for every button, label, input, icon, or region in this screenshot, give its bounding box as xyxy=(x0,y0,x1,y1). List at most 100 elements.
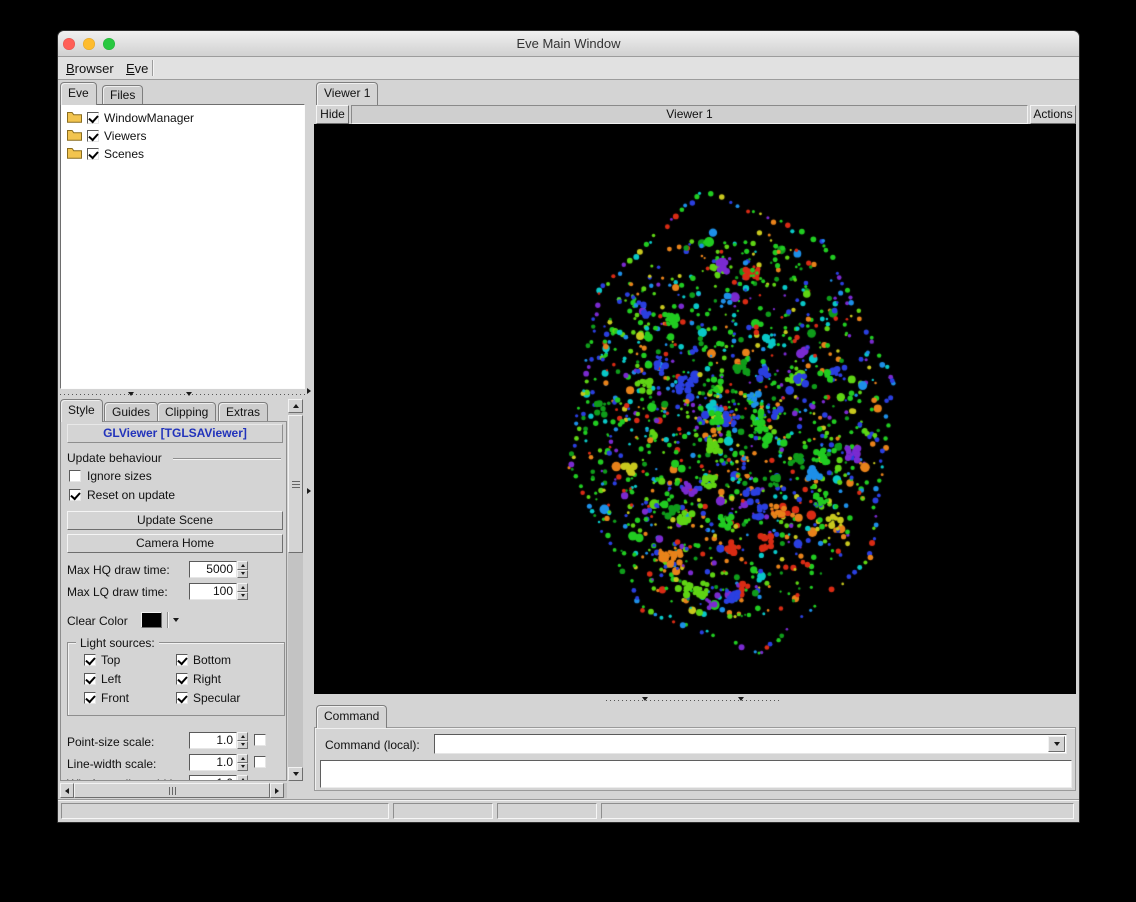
update-scene-button[interactable]: Update Scene xyxy=(67,511,283,530)
tree-item-checkbox[interactable] xyxy=(87,148,99,160)
camera-home-button[interactable]: Camera Home xyxy=(67,534,283,553)
hide-button[interactable]: Hide xyxy=(316,105,349,124)
title-bar[interactable]: Eve Main Window xyxy=(58,31,1079,57)
menu-browser[interactable]: Browser xyxy=(60,59,120,78)
line-width-fix-checkbox[interactable] xyxy=(254,756,266,768)
scroll-down-button[interactable] xyxy=(288,767,303,781)
light-right[interactable]: Right xyxy=(176,672,221,686)
reset-on-update-label: Reset on update xyxy=(87,488,176,502)
light-top-checkbox[interactable] xyxy=(84,654,96,666)
left-horizontal-splitter[interactable] xyxy=(60,390,306,398)
light-top[interactable]: Top xyxy=(84,653,120,667)
light-left[interactable]: Left xyxy=(84,672,121,686)
splitter-collapse-icon[interactable] xyxy=(738,697,744,701)
splitter-collapse-icon[interactable] xyxy=(642,697,648,701)
command-dropdown-button[interactable] xyxy=(1048,736,1065,752)
spin-up-button[interactable] xyxy=(237,732,248,741)
thumb-grip-icon xyxy=(168,786,176,795)
spin-up-button[interactable] xyxy=(237,775,248,780)
spin-down-button[interactable] xyxy=(237,740,248,749)
folder-icon xyxy=(67,111,82,126)
light-specular-checkbox[interactable] xyxy=(176,692,188,704)
light-sources-title: Light sources: xyxy=(76,636,159,650)
spin-down-button[interactable] xyxy=(237,591,248,600)
close-icon[interactable] xyxy=(63,38,75,50)
status-cell xyxy=(601,803,1074,819)
command-output[interactable] xyxy=(320,760,1072,788)
gl-viewport[interactable] xyxy=(314,124,1076,694)
spin-down-button[interactable] xyxy=(237,569,248,578)
style-hscrollbar-thumb[interactable] xyxy=(74,783,270,798)
minimize-icon[interactable] xyxy=(83,38,95,50)
tree-item-checkbox[interactable] xyxy=(87,112,99,124)
light-front-checkbox[interactable] xyxy=(84,692,96,704)
light-sources-group: Light sources: Top Bottom Left Right Fro… xyxy=(67,636,285,716)
light-specular[interactable]: Specular xyxy=(176,691,240,705)
tab-eve[interactable]: Eve xyxy=(60,82,97,105)
command-panel: Command (local): xyxy=(314,727,1076,791)
light-bottom[interactable]: Bottom xyxy=(176,653,231,667)
zoom-icon[interactable] xyxy=(103,38,115,50)
light-front[interactable]: Front xyxy=(84,691,129,705)
group-line xyxy=(173,458,281,460)
light-left-checkbox[interactable] xyxy=(84,673,96,685)
tab-extras[interactable]: Extras xyxy=(218,402,269,422)
wireframe-label: Wireframe line-width xyxy=(67,777,176,780)
vertical-splitter[interactable] xyxy=(306,80,314,799)
actions-button[interactable]: Actions xyxy=(1030,105,1076,124)
tab-viewer-1[interactable]: Viewer 1 xyxy=(316,82,379,105)
clear-color-label: Clear Color xyxy=(67,614,128,628)
menu-eve[interactable]: Eve xyxy=(120,59,154,78)
tree-item-windowmanager[interactable]: WindowManager xyxy=(63,109,302,127)
max-hq-value[interactable]: 5000 xyxy=(189,561,237,578)
light-right-checkbox[interactable] xyxy=(176,673,188,685)
tree-item-scenes[interactable]: Scenes xyxy=(63,145,302,163)
tab-files[interactable]: Files xyxy=(102,85,144,105)
splitter-collapse-icon[interactable] xyxy=(186,392,192,396)
line-width-value[interactable]: 1.0 xyxy=(189,754,237,771)
command-input[interactable] xyxy=(434,734,1067,754)
scroll-left-button[interactable] xyxy=(60,783,74,798)
splitter-collapse-icon[interactable] xyxy=(128,392,134,396)
spin-down-button[interactable] xyxy=(237,762,248,771)
spin-up-button[interactable] xyxy=(237,754,248,763)
swatch-separator xyxy=(167,612,169,628)
light-bottom-checkbox[interactable] xyxy=(176,654,188,666)
update-behaviour-title: Update behaviour xyxy=(67,451,162,465)
menu-divider xyxy=(152,60,154,76)
style-vscrollbar-thumb[interactable] xyxy=(288,415,303,553)
glviewer-link[interactable]: GLViewer [TGLSAViewer] xyxy=(67,424,283,443)
ignore-sizes-label: Ignore sizes xyxy=(87,469,152,483)
folder-icon xyxy=(67,147,82,162)
tree-item-viewers[interactable]: Viewers xyxy=(63,127,302,145)
point-size-fix-checkbox[interactable] xyxy=(254,734,266,746)
wireframe-value[interactable]: 1.0 xyxy=(189,775,237,780)
max-hq-label: Max HQ draw time: xyxy=(67,563,170,577)
ignore-sizes-checkbox[interactable] xyxy=(69,470,81,482)
light-label: Right xyxy=(193,672,222,686)
tab-command[interactable]: Command xyxy=(316,705,388,728)
viewer-horizontal-splitter[interactable] xyxy=(314,695,1076,704)
spin-up-button[interactable] xyxy=(237,583,248,592)
scroll-right-button[interactable] xyxy=(270,783,284,798)
clear-color-swatch[interactable] xyxy=(141,612,162,628)
viewer-title[interactable]: Viewer 1 xyxy=(351,105,1028,124)
line-width-label: Line-width scale: xyxy=(67,757,157,771)
reset-on-update-checkbox[interactable] xyxy=(69,489,81,501)
scroll-up-button[interactable] xyxy=(288,399,303,413)
clear-color-dropdown-icon[interactable] xyxy=(173,618,179,622)
tab-guides[interactable]: Guides xyxy=(104,402,159,422)
max-hq-spin-buttons xyxy=(237,561,248,578)
spin-up-button[interactable] xyxy=(237,561,248,570)
tab-style[interactable]: Style xyxy=(60,399,103,422)
thumb-grip-icon xyxy=(291,480,300,488)
eve-main-window: Eve Main Window Browser Eve Eve Files Wi… xyxy=(57,30,1080,823)
splitter-expand-icon[interactable] xyxy=(307,388,311,394)
tree-item-checkbox[interactable] xyxy=(87,130,99,142)
command-label: Command (local): xyxy=(325,738,420,752)
point-size-spin-buttons xyxy=(237,732,248,749)
tab-clipping[interactable]: Clipping xyxy=(157,402,217,422)
splitter-expand-icon[interactable] xyxy=(307,488,311,494)
point-size-value[interactable]: 1.0 xyxy=(189,732,237,749)
max-lq-value[interactable]: 100 xyxy=(189,583,237,600)
